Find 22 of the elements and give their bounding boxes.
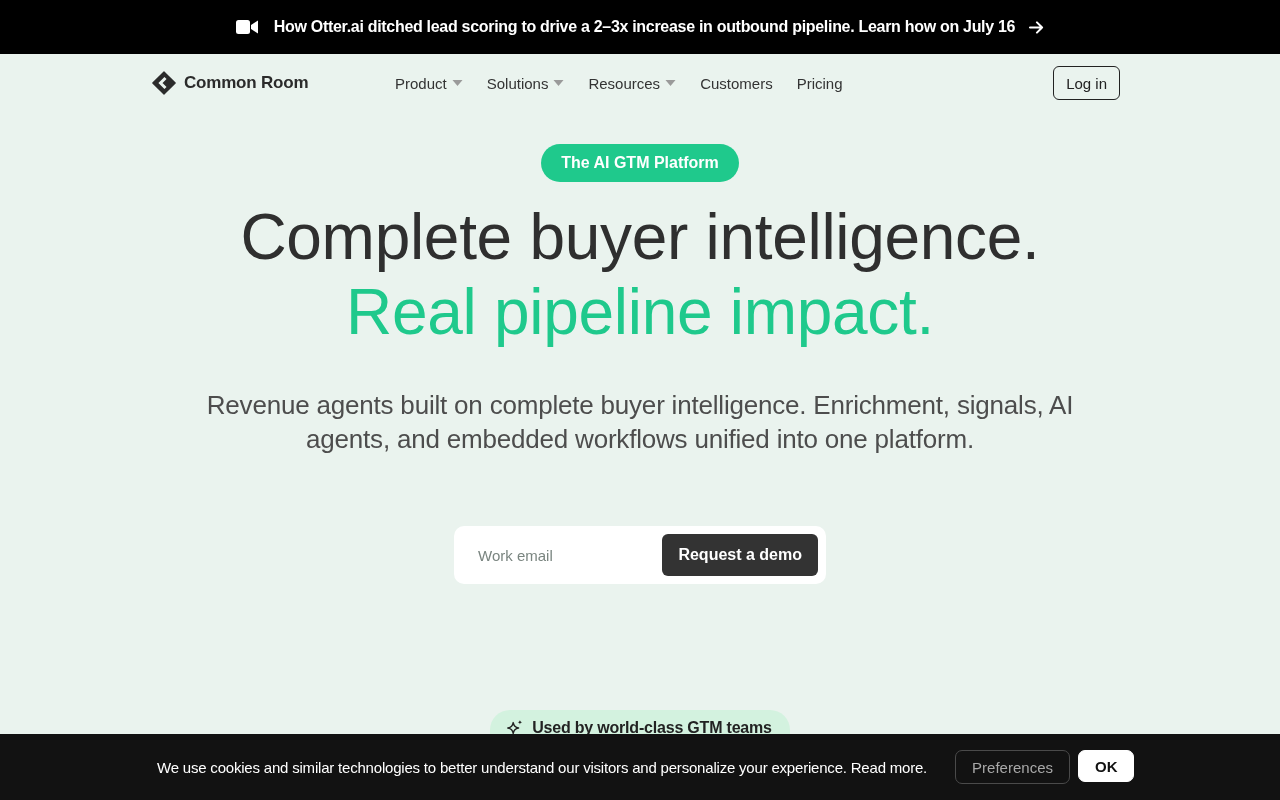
caret-down-icon (451, 80, 463, 86)
caret-down-icon (665, 80, 677, 86)
nav-link[interactable]: Solutions (486, 74, 565, 92)
diamond-logo-icon[interactable] (152, 71, 176, 95)
caret-down-icon (553, 80, 565, 86)
preferences-button[interactable]: Preferences (955, 750, 1070, 784)
headline: Complete buyer intelligence. (240, 200, 1040, 275)
hero-subtitle: Revenue agents built on complete buyer intelligence. Enrichment, signals, AI agents, and embedded workflows unified into one platform. (205, 389, 1075, 456)
login-button[interactable]: Log in (1053, 66, 1120, 100)
brand-name[interactable]: Common Room (184, 73, 309, 93)
headline-accent: Real pipeline impact. (346, 275, 934, 350)
video-camera-icon (235, 19, 258, 35)
request-demo-button[interactable]: Request a demo (662, 534, 818, 576)
nav-link[interactable]: Resources (588, 74, 677, 92)
accept-button[interactable]: OK (1077, 750, 1135, 782)
platform-badge: The AI GTM Platform (541, 144, 739, 182)
nav-link[interactable]: Pricing (796, 74, 843, 92)
cookie-notice-text: We use cookies and similar technologies to better understand our visitors and personalize your experience. Read more. (157, 758, 928, 776)
nav-link[interactable]: Customers (700, 74, 773, 92)
arrow-right-icon (1029, 20, 1045, 34)
announcement-link[interactable]: How Otter.ai ditched lead scoring to drive a 2–3x increase in outbound pipeline. Learn how on July 16 (273, 18, 1016, 36)
nav-link[interactable]: Product (395, 74, 463, 92)
